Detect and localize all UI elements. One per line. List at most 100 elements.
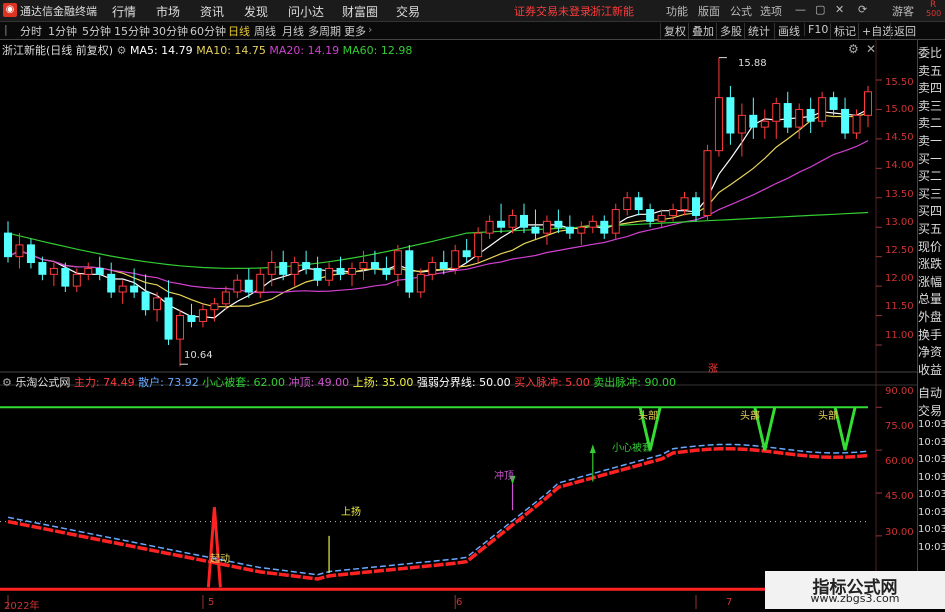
chart-settings-icon[interactable]: ⚙ — [848, 42, 859, 56]
tab-daily[interactable]: 日线 — [228, 23, 250, 39]
menu-item-discover[interactable]: 发现 — [244, 3, 268, 20]
legend-sell-pulse: 卖出脉冲: 90.00 — [593, 376, 676, 389]
menu-function[interactable]: 功能 — [666, 3, 688, 19]
right-panel-item[interactable]: 涨幅 — [918, 273, 945, 290]
restore-icon[interactable]: ▢ — [815, 3, 825, 16]
candle-body — [657, 214, 666, 222]
candle-body — [485, 220, 494, 234]
time-entry[interactable]: 10:03 — [918, 507, 945, 518]
stock-name-link[interactable]: 浙江新能 — [590, 3, 634, 19]
candle-body — [244, 279, 253, 293]
time-entry[interactable]: 10:03 — [918, 454, 945, 465]
back-button[interactable]: 返回 — [890, 23, 919, 39]
tab-1min[interactable]: 1分钟 — [48, 23, 77, 39]
adjust-button[interactable]: 复权 — [660, 23, 689, 39]
overlay-button[interactable]: 叠加 — [688, 23, 717, 39]
tab-15min[interactable]: 15分钟 — [114, 23, 150, 39]
candle-body — [439, 262, 448, 269]
time-entry[interactable]: 10:03 — [918, 472, 945, 483]
time-entry[interactable]: 10:03 — [918, 542, 945, 553]
right-panel-item[interactable]: 卖三 — [918, 97, 945, 114]
right-panel-item[interactable]: 现价 — [918, 238, 945, 255]
kline-chart[interactable] — [0, 40, 918, 609]
candle-body — [474, 232, 483, 258]
right-panel-item[interactable]: 买五 — [918, 220, 945, 237]
collapse-icon[interactable]: | — [4, 23, 8, 36]
right-panel-item[interactable]: 买三 — [918, 185, 945, 202]
auto-trade-label[interactable]: 交易 — [918, 402, 945, 419]
candle-body — [611, 209, 620, 234]
time-entry[interactable]: 10:03 — [918, 489, 945, 500]
ma20-value: MA20: 14.19 — [269, 44, 340, 57]
tab-60min[interactable]: 60分钟 — [190, 23, 226, 39]
time-entry[interactable]: 10:03 — [918, 524, 945, 535]
candle-body — [806, 108, 815, 122]
menu-formula[interactable]: 公式 — [730, 3, 752, 19]
menu-item-wealth[interactable]: 财富圈 — [342, 3, 378, 20]
time-entry[interactable]: 10:03 — [918, 437, 945, 448]
low-price-label: 10.64 — [184, 350, 213, 361]
menu-item-ask[interactable]: 问小达 — [288, 3, 324, 20]
right-panel-item[interactable]: 卖四 — [918, 79, 945, 96]
refresh-icon[interactable]: ⟳ — [858, 3, 867, 16]
guest-user[interactable]: 游客 — [892, 3, 914, 19]
right-panel-item[interactable]: 换手 — [918, 326, 945, 343]
candle-body — [359, 262, 368, 269]
arrow-up-icon — [589, 444, 596, 453]
tab-multi-period[interactable]: 多周期 — [308, 23, 341, 39]
f10-button[interactable]: F10 — [804, 23, 831, 36]
more-dropdown-icon[interactable]: › — [368, 23, 372, 36]
candle-body — [554, 220, 563, 228]
right-panel-item[interactable]: 收益 — [918, 361, 945, 378]
tab-5min[interactable]: 5分钟 — [82, 23, 111, 39]
menu-layout[interactable]: 版面 — [698, 3, 720, 19]
trade-login-warning[interactable]: 证券交易未登录 — [514, 3, 591, 19]
menu-item-trade[interactable]: 交易 — [396, 3, 420, 20]
period-toolbar: | 分时 1分钟 5分钟 15分钟 30分钟 60分钟 日线 周线 月线 多周期… — [0, 22, 945, 40]
statistics-button[interactable]: 统计 — [744, 23, 773, 39]
tab-weekly[interactable]: 周线 — [254, 23, 276, 39]
minimize-icon[interactable]: — — [795, 3, 806, 16]
tab-intraday[interactable]: 分时 — [20, 23, 42, 39]
tab-more[interactable]: 更多 — [344, 23, 366, 39]
right-panel-item[interactable]: 卖一 — [918, 132, 945, 149]
time-entry[interactable]: 10:03 — [918, 419, 945, 430]
right-panel-item[interactable]: 买二 — [918, 167, 945, 184]
price-tick: 12.50 — [885, 245, 914, 256]
multi-stock-button[interactable]: 多股 — [716, 23, 745, 39]
menu-item-market[interactable]: 市场 — [156, 3, 180, 20]
mark-button[interactable]: 标记 — [830, 23, 859, 39]
candle-body — [852, 114, 861, 134]
candle-body — [279, 262, 288, 275]
auto-trade-label[interactable]: 自动 — [918, 384, 945, 401]
right-panel-item[interactable]: 总量 — [918, 290, 945, 307]
right-panel-item[interactable]: 涨跌 — [918, 255, 945, 272]
chart-close-icon[interactable]: ✕ — [866, 42, 876, 56]
menu-item-quotes[interactable]: 行情 — [112, 3, 136, 20]
candle-body — [336, 267, 345, 275]
menu-options[interactable]: 选项 — [760, 3, 782, 19]
menu-item-news[interactable]: 资讯 — [200, 3, 224, 20]
candle-body — [210, 303, 219, 311]
indicator-collapse-icon[interactable]: ⚙ — [2, 376, 12, 389]
date-label: 2022年 — [4, 601, 40, 612]
right-panel-item[interactable]: 买一 — [918, 150, 945, 167]
candle-body — [669, 209, 678, 216]
right-panel-item[interactable]: 外盘 — [918, 308, 945, 325]
right-panel-item[interactable]: 净资 — [918, 343, 945, 360]
right-panel-item[interactable]: 卖五 — [918, 62, 945, 79]
right-panel-item[interactable]: 卖二 — [918, 114, 945, 131]
candle-body — [634, 197, 643, 211]
candle-body — [714, 97, 723, 152]
indicator-name: 乐淘公式网 — [15, 376, 71, 389]
right-panel-item[interactable]: 买四 — [918, 202, 945, 219]
candle-body — [393, 250, 402, 275]
close-icon[interactable]: ✕ — [835, 3, 844, 16]
price-tick: 14.50 — [885, 132, 914, 143]
draw-line-button[interactable]: 画线 — [774, 23, 803, 39]
tab-30min[interactable]: 30分钟 — [152, 23, 188, 39]
tab-monthly[interactable]: 月线 — [282, 23, 304, 39]
candle-body — [737, 114, 746, 134]
right-panel-item[interactable]: 委比 — [918, 44, 945, 61]
settings-icon[interactable]: ⚙ — [117, 44, 127, 57]
